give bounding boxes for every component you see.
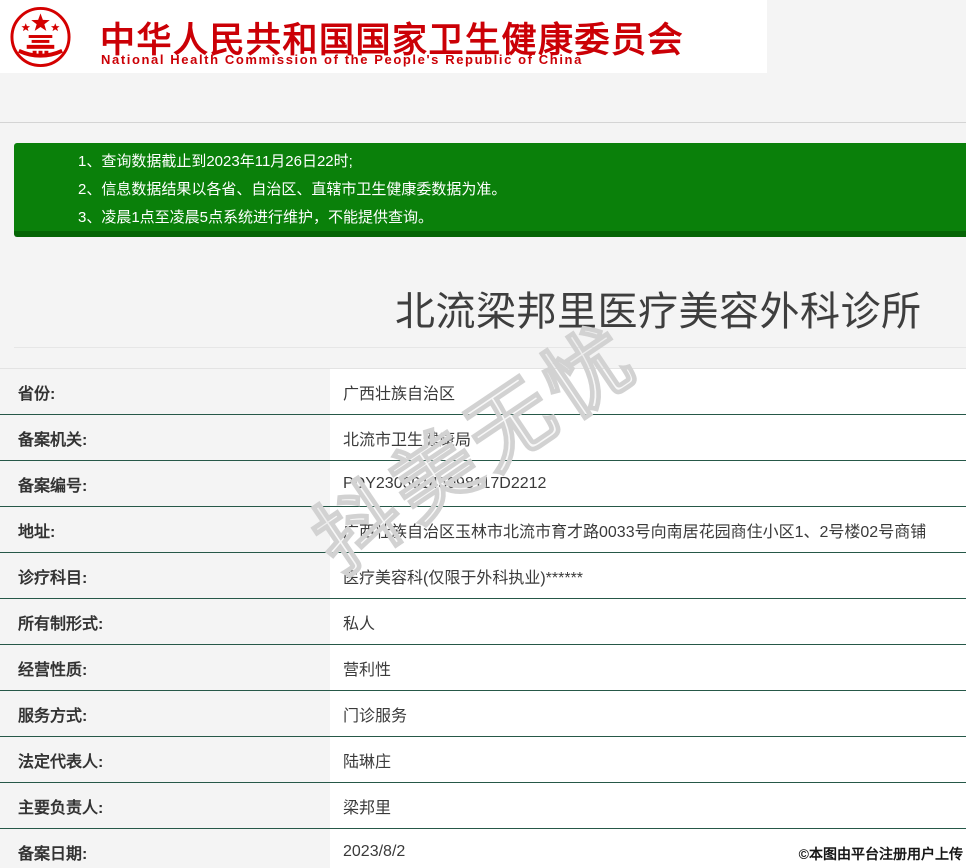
record-row-value: 医疗美容科(仅限于外科执业)****** — [330, 553, 966, 598]
record-row-label: 备案编号: — [18, 477, 88, 495]
record-row-label: 所有制形式: — [18, 615, 104, 633]
record-table: 省份: 广西壮族自治区 备案机关: 北流市卫生健康局 备案编号: PDY2308… — [0, 368, 966, 868]
record-row-value: 广西壮族自治区 — [330, 369, 966, 414]
notice-line-1: 1、查询数据截止到2023年11月26日22时; — [78, 153, 353, 170]
record-row-label: 经营性质: — [18, 661, 88, 679]
record-row-label: 诊疗科目: — [18, 569, 88, 587]
record-row-label: 主要负责人: — [18, 799, 104, 817]
record-row-value: 陆琳庄 — [330, 737, 966, 782]
record-row-value: 私人 — [330, 599, 966, 644]
org-title-en: National Health Commission of the People… — [101, 52, 583, 67]
header-divider — [0, 122, 966, 123]
record-row-label: 地址: — [18, 523, 56, 541]
record-row-value: 北流市卫生健康局 — [330, 415, 966, 460]
health-commission-record-page: 中华人民共和国国家卫生健康委员会 National Health Commiss… — [0, 0, 966, 868]
record-row: 诊疗科目: 医疗美容科(仅限于外科执业)****** — [0, 553, 966, 599]
upload-credit-text: ©本图由平台注册用户上传 — [798, 846, 963, 862]
record-row: 地址: 广西壮族自治区玉林市北流市育才路0033号向南居花园商住小区1、2号楼0… — [0, 507, 966, 553]
record-row: 所有制形式: 私人 — [0, 599, 966, 645]
clinic-title: 北流梁邦里医疗美容外科诊所 — [395, 290, 922, 334]
record-row-label: 服务方式: — [18, 707, 88, 725]
record-row-value: 营利性 — [330, 645, 966, 690]
national-emblem-icon — [10, 6, 71, 68]
record-row: 法定代表人: 陆琳庄 — [0, 737, 966, 783]
title-divider — [14, 347, 966, 348]
record-row-value: PDY23080145098117D2212 — [330, 461, 966, 506]
site-banner: 中华人民共和国国家卫生健康委员会 National Health Commiss… — [0, 0, 767, 73]
notice-line-3: 3、凌晨1点至凌晨5点系统进行维护，不能提供查询。 — [78, 209, 434, 226]
record-row-label: 备案日期: — [18, 845, 88, 863]
record-row-label: 备案机关: — [18, 431, 88, 449]
record-row-label: 法定代表人: — [18, 753, 104, 771]
record-row: 备案编号: PDY23080145098117D2212 — [0, 461, 966, 507]
record-row: 服务方式: 门诊服务 — [0, 691, 966, 737]
record-row: 备案机关: 北流市卫生健康局 — [0, 415, 966, 461]
record-row-value: 广西壮族自治区玉林市北流市育才路0033号向南居花园商住小区1、2号楼02号商铺 — [330, 507, 966, 552]
record-row-value: 门诊服务 — [330, 691, 966, 736]
record-row-value: 梁邦里 — [330, 783, 966, 828]
notice-line-2: 2、信息数据结果以各省、自治区、直辖市卫生健康委数据为准。 — [78, 181, 507, 198]
record-row: 省份: 广西壮族自治区 — [0, 369, 966, 415]
record-row-label: 省份: — [18, 385, 56, 403]
record-row: 主要负责人: 梁邦里 — [0, 783, 966, 829]
notice-box: 1、查询数据截止到2023年11月26日22时; 2、信息数据结果以各省、自治区… — [14, 143, 966, 237]
record-row: 经营性质: 营利性 — [0, 645, 966, 691]
